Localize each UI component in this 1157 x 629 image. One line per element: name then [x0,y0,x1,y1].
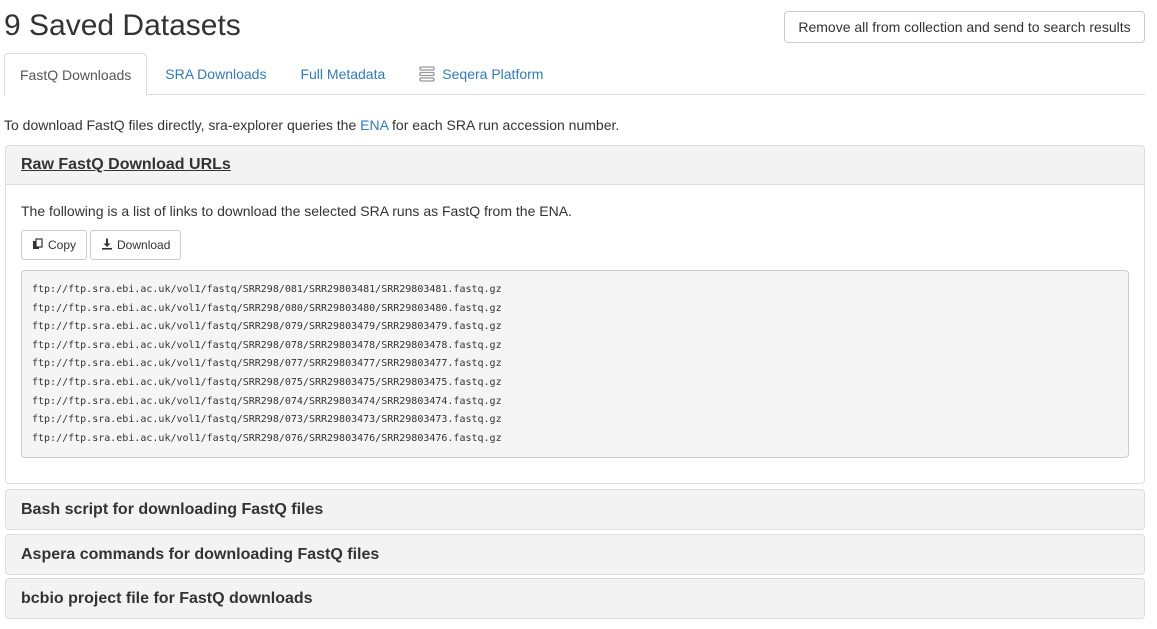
url-line: ftp://ftp.sra.ebi.ac.uk/vol1/fastq/SRR29… [32,432,502,444]
download-label: Download [117,238,171,252]
tab-fastq-downloads[interactable]: FastQ Downloads [4,53,148,96]
tab-label: Seqera Platform [442,66,544,82]
url-line: ftp://ftp.sra.ebi.ac.uk/vol1/fastq/SRR29… [32,321,502,333]
bcbio-panel-title: bcbio project file for FastQ downloads [21,589,313,607]
intro-after: for each SRA run accession number. [388,117,620,133]
copy-icon [32,237,44,253]
aspera-panel: Aspera commands for downloading FastQ fi… [5,534,1145,575]
seqera-icon [419,66,435,82]
bcbio-panel-heading[interactable]: bcbio project file for FastQ downloads [6,579,1144,618]
raw-urls-description: The following is a list of links to down… [21,203,572,219]
download-button[interactable]: Download [90,230,182,260]
aspera-panel-title: Aspera commands for downloading FastQ fi… [21,545,380,563]
raw-urls-panel: Raw FastQ Download URLs The following is… [5,145,1145,484]
bash-script-panel: Bash script for downloading FastQ files [5,489,1145,530]
bcbio-panel: bcbio project file for FastQ downloads [5,578,1145,619]
tab-label: Full Metadata [300,66,386,82]
url-line: ftp://ftp.sra.ebi.ac.uk/vol1/fastq/SRR29… [32,339,502,351]
url-line: ftp://ftp.sra.ebi.ac.uk/vol1/fastq/SRR29… [32,414,502,426]
url-line: ftp://ftp.sra.ebi.ac.uk/vol1/fastq/SRR29… [32,302,502,314]
intro-text: To download FastQ files directly, sra-ex… [4,117,619,133]
copy-button[interactable]: Copy [21,230,88,260]
url-line: ftp://ftp.sra.ebi.ac.uk/vol1/fastq/SRR29… [32,395,502,407]
raw-urls-panel-title: Raw FastQ Download URLs [21,156,231,173]
url-list[interactable]: ftp://ftp.sra.ebi.ac.uk/vol1/fastq/SRR29… [21,270,1129,458]
tab-label: SRA Downloads [165,66,267,82]
url-line: ftp://ftp.sra.ebi.ac.uk/vol1/fastq/SRR29… [32,284,502,295]
bash-script-panel-title: Bash script for downloading FastQ files [21,500,324,518]
page-title: 9 Saved Datasets [4,9,241,42]
tab-sra-downloads[interactable]: SRA Downloads [149,53,282,95]
tab-seqera-platform[interactable]: Seqera Platform [403,53,559,95]
download-icon [101,238,113,253]
aspera-panel-heading[interactable]: Aspera commands for downloading FastQ fi… [6,535,1144,574]
tab-full-metadata[interactable]: Full Metadata [284,53,401,95]
intro-before: To download FastQ files directly, sra-ex… [4,117,361,133]
ena-link[interactable]: ENA [360,117,388,133]
bash-script-panel-heading[interactable]: Bash script for downloading FastQ files [6,490,1144,529]
url-line: ftp://ftp.sra.ebi.ac.uk/vol1/fastq/SRR29… [32,358,502,370]
tab-bar: FastQ Downloads SRA Downloads Full Metad… [4,53,1145,96]
remove-all-button[interactable]: Remove all from collection and send to s… [784,11,1145,43]
tab-label: FastQ Downloads [20,66,132,83]
raw-urls-panel-heading[interactable]: Raw FastQ Download URLs [6,146,1144,185]
copy-label: Copy [48,238,77,252]
url-line: ftp://ftp.sra.ebi.ac.uk/vol1/fastq/SRR29… [32,376,502,388]
